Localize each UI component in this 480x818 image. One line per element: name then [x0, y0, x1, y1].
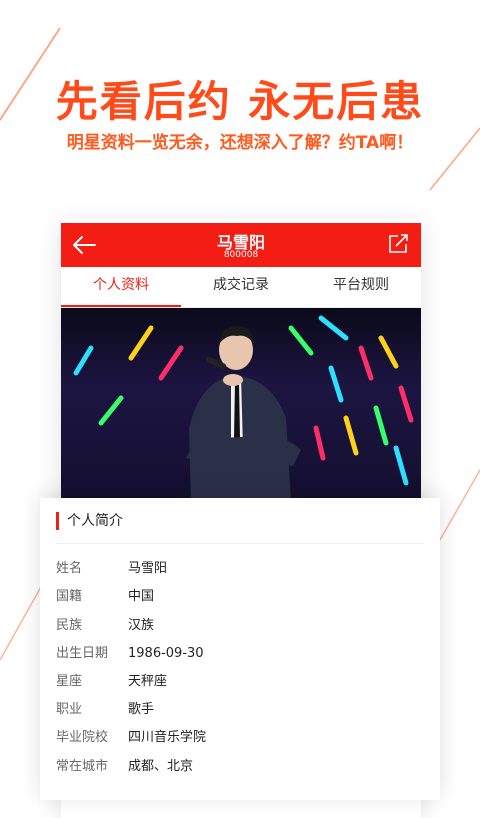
- promo-subline: 明星资料一览无余，还想深入了解？约TA啊！: [66, 133, 414, 153]
- row-value: 成都、北京: [128, 759, 194, 774]
- share-icon[interactable]: [387, 233, 409, 255]
- row-label: 职业: [56, 702, 83, 717]
- star-photo: [61, 308, 421, 503]
- section-title: 个人简介: [56, 512, 123, 530]
- page-subtitle: 800008: [223, 250, 259, 260]
- row-value: 天秤座: [128, 674, 168, 689]
- row-value: 四川音乐学院: [128, 730, 207, 745]
- app-header: 马雪阳 800008: [61, 223, 421, 267]
- tab-transactions[interactable]: 成交记录: [181, 267, 301, 307]
- row-label: 常在城市: [56, 759, 109, 774]
- concert-image: [73, 315, 414, 503]
- row-value: 中国: [128, 589, 155, 604]
- row-label: 星座: [56, 674, 83, 689]
- divider: [56, 543, 424, 544]
- promo-headline: 先看后约 永无后患: [55, 77, 425, 126]
- row-label: 毕业院校: [56, 730, 109, 745]
- row-value: 汉族: [128, 618, 155, 633]
- tab-rules[interactable]: 平台规则: [301, 267, 421, 307]
- row-label: 国籍: [56, 589, 83, 604]
- tab-profile[interactable]: 个人资料: [61, 267, 181, 307]
- profile-card: 个人简介 姓名 马雪阳 国籍 中国 民族 汉族 出生日期 1986-09-30 …: [40, 498, 440, 800]
- row-label: 民族: [56, 618, 83, 633]
- tab-bar: 个人资料 成交记录 平台规则: [61, 267, 421, 308]
- row-value: 歌手: [128, 702, 155, 717]
- row-label: 出生日期: [56, 646, 109, 661]
- row-label: 姓名: [56, 561, 83, 576]
- row-value: 马雪阳: [128, 561, 168, 576]
- row-value: 1986-09-30: [128, 646, 204, 661]
